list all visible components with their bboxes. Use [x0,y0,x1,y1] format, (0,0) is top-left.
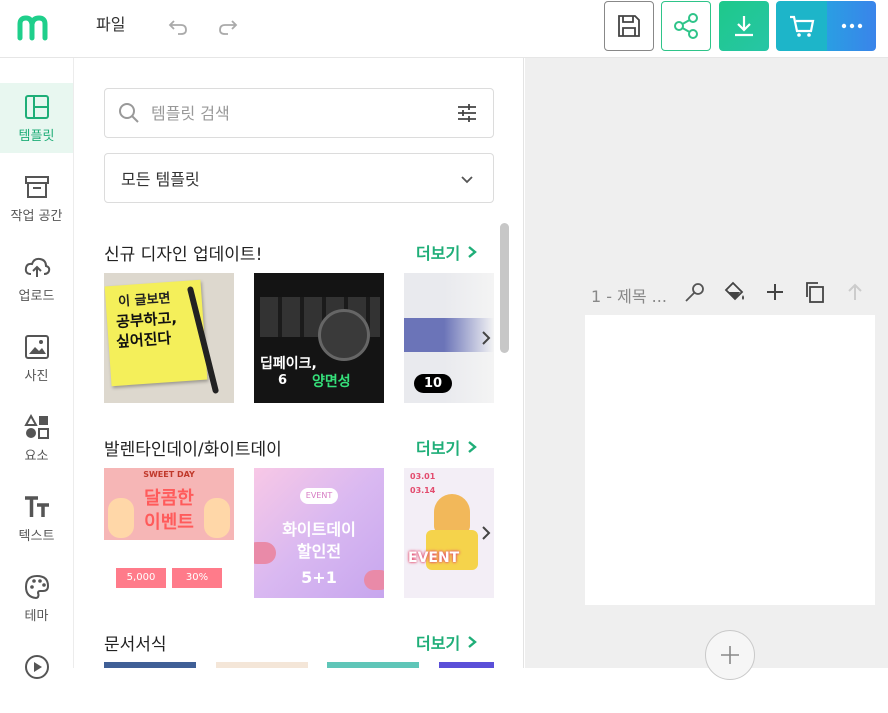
thumb-text: 화이트데이 [282,520,356,539]
template-panel: 모든 템플릿 신규 디자인 업데이트! 더보기 이 글보면 공부하고, 싶어진다… [74,58,524,668]
design-page[interactable] [585,315,875,605]
sidebar-item-label: 작업 공간 [10,209,63,224]
plus-icon [721,646,739,664]
download-icon [735,16,753,37]
sidebar-item-text[interactable]: 텍스트 [0,483,73,553]
filter-icon[interactable] [455,101,479,125]
thumb-text: EVENT [300,488,338,504]
sidebar-item-label: 요소 [24,449,49,464]
section-title: 신규 디자인 업데이트! [104,245,263,265]
search-icon [119,103,139,123]
template-thumbnail[interactable] [104,662,196,668]
upload-cloud-icon [24,257,50,277]
more-icon [841,23,862,29]
search-input[interactable] [151,103,441,123]
sidebar-item-label: 사진 [24,369,49,384]
thumb-text: 30% [172,568,222,588]
canvas-area: 1 - 제목 ... [525,58,888,680]
template-thumbnail[interactable] [216,662,308,668]
chevron-right-icon[interactable] [476,523,496,543]
thumb-text: 싶어진다 [115,329,172,351]
arrow-up-icon [848,283,862,300]
thumb-text: 03.01 [410,472,436,481]
section-title: 발렌타인데이/화이트데이 [104,440,282,460]
add-page-button[interactable] [705,630,755,680]
more-label: 더보기 [416,244,461,263]
more-label: 더보기 [416,634,461,653]
page-title[interactable]: 1 - 제목 ... [591,283,667,307]
share-button[interactable] [661,1,711,51]
chevron-right-icon [468,441,478,453]
sidebar-item-label: 템플릿 [18,129,55,144]
copy-icon[interactable] [803,280,827,304]
sidebar-item-templates[interactable]: 템플릿 [0,83,73,153]
plus-icon[interactable] [763,280,787,304]
download-button[interactable] [719,1,769,51]
page-count-badge: 10 [414,374,453,393]
template-thumbnail[interactable]: EVENT 화이트데이 할인전 5+1 [254,468,384,598]
undo-icon[interactable] [166,14,190,38]
more-link[interactable]: 더보기 [416,630,478,654]
template-icon [24,95,49,119]
thumb-text: 03.14 [410,486,436,495]
chevron-right-icon [468,636,478,648]
chevron-right-icon[interactable] [476,328,496,348]
sidebar-item-photos[interactable]: 사진 [0,323,73,393]
logo-icon[interactable] [16,10,50,44]
thumb-text: 이 글보면 [117,291,171,310]
archive-icon [24,176,49,198]
thumb-text: EVENT [408,550,460,566]
paint-bucket-icon[interactable] [723,280,747,304]
sidebar-item-label: 업로드 [18,289,55,304]
play-icon [24,655,49,679]
thumb-text: SWEET DAY [143,470,195,479]
more-link[interactable]: 더보기 [416,240,478,264]
template-thumbnail[interactable] [439,662,494,668]
template-category-select[interactable]: 모든 템플릿 [104,153,494,203]
thumb-text: 양면성 [312,374,351,390]
image-icon [24,335,49,359]
more-label: 더보기 [416,439,461,458]
magic-wand-icon[interactable] [683,280,707,304]
cart-icon [789,15,814,37]
panel-scrollbar[interactable] [500,223,509,353]
template-search [104,88,494,138]
side-nav: 템플릿 작업 공간 업로드 사진 요소 텍스트 테마 [0,58,74,679]
template-thumbnail[interactable] [327,662,419,668]
sidebar-item-upload[interactable]: 업로드 [0,243,73,313]
sidebar-item-workspace[interactable]: 작업 공간 [0,163,73,233]
thumb-text: 6 [278,373,288,388]
top-bar: 파일 [0,0,888,58]
share-icon [674,13,698,39]
sidebar-item-label: 테마 [24,609,49,624]
chevron-down-icon [461,176,473,184]
template-thumbnail[interactable]: SWEET DAY 달콤한 이벤트 5,000 30% [104,468,234,598]
file-menu[interactable]: 파일 [96,14,125,36]
select-value: 모든 템플릿 [121,170,200,189]
save-button[interactable] [604,1,654,51]
text-icon [24,496,49,517]
thumb-text: 5,000 [116,568,166,588]
thumb-text: 딥페이크, [260,356,317,372]
save-icon [618,15,640,37]
cart-button[interactable] [776,1,827,51]
sidebar-item-video[interactable] [0,643,73,713]
template-thumbnail[interactable]: 이 글보면 공부하고, 싶어진다 [104,273,234,403]
sidebar-item-elements[interactable]: 요소 [0,403,73,473]
more-button[interactable] [827,1,876,51]
template-thumbnail[interactable]: 딥페이크, 6 양면성 [254,273,384,403]
shapes-icon [23,413,49,439]
chevron-right-icon [468,246,478,258]
sidebar-item-label: 텍스트 [18,529,55,544]
sidebar-item-theme[interactable]: 테마 [0,563,73,633]
palette-icon [24,574,49,600]
redo-icon[interactable] [216,14,240,38]
more-link[interactable]: 더보기 [416,435,478,459]
section-title: 문서서식 [104,635,167,655]
